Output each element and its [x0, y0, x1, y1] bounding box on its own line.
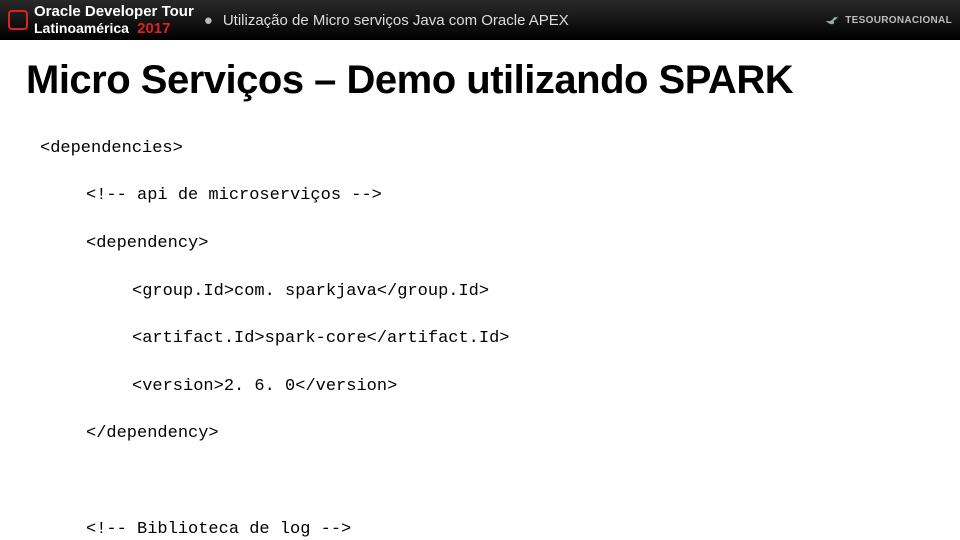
code-line: <dependency>: [86, 232, 960, 256]
code-line: <group.Id>com. sparkjava</group.Id>: [132, 280, 960, 304]
code-line: <!-- Biblioteca de log -->: [86, 518, 960, 540]
tour-year: 2017: [137, 20, 170, 37]
tour-line1: Oracle Developer Tour: [34, 3, 194, 20]
slide-title: Micro Serviços – Demo utilizando SPARK: [26, 58, 960, 103]
code-line: <artifact.Id>spark-core</artifact.Id>: [132, 327, 960, 351]
code-line: <!-- api de microserviços -->: [86, 184, 960, 208]
code-line: </dependency>: [86, 422, 960, 446]
tour-line2: Latinoamérica: [34, 20, 129, 36]
header-bar: Oracle Developer Tour Latinoamérica 2017…: [0, 0, 960, 40]
oracle-logo-placeholder: [8, 10, 28, 30]
brand-text: TESOURONACIONAL: [845, 15, 952, 26]
code-block: <dependencies> <!-- api de microserviços…: [40, 113, 960, 540]
bird-icon: [823, 11, 841, 29]
blank-line: [40, 470, 960, 494]
tour-text: Oracle Developer Tour Latinoamérica 2017: [34, 3, 194, 37]
bullet-separator: ●: [204, 12, 213, 29]
code-line: <dependencies>: [40, 137, 960, 161]
code-line: <version>2. 6. 0</version>: [132, 375, 960, 399]
header-subtitle: Utilização de Micro serviços Java com Or…: [223, 12, 569, 29]
brand-logo: TESOURONACIONAL: [823, 11, 952, 29]
